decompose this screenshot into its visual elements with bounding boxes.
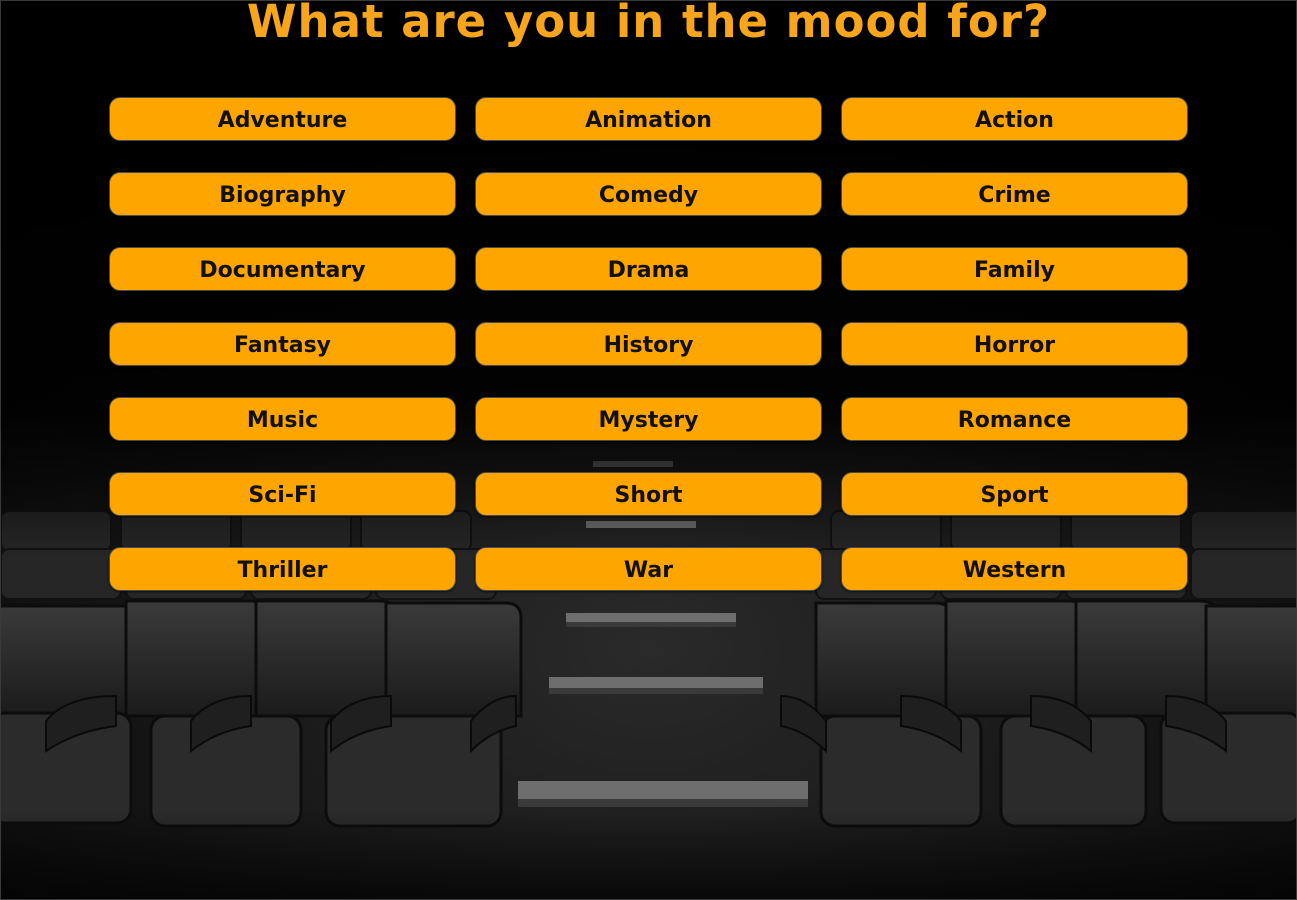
genre-button-sport[interactable]: Sport — [841, 472, 1188, 516]
genre-button-western[interactable]: Western — [841, 547, 1188, 591]
genre-picker-page: What are you in the mood for? Adventure … — [0, 0, 1297, 900]
genre-button-adventure[interactable]: Adventure — [109, 97, 456, 141]
page-title: What are you in the mood for? — [246, 0, 1051, 48]
genre-button-documentary[interactable]: Documentary — [109, 247, 456, 291]
genre-button-biography[interactable]: Biography — [109, 172, 456, 216]
genre-button-romance[interactable]: Romance — [841, 397, 1188, 441]
genre-grid: Adventure Animation Action Biography Com… — [109, 97, 1188, 591]
genre-button-comedy[interactable]: Comedy — [475, 172, 822, 216]
genre-button-thriller[interactable]: Thriller — [109, 547, 456, 591]
genre-button-mystery[interactable]: Mystery — [475, 397, 822, 441]
genre-button-horror[interactable]: Horror — [841, 322, 1188, 366]
genre-button-short[interactable]: Short — [475, 472, 822, 516]
genre-button-history[interactable]: History — [475, 322, 822, 366]
genre-button-music[interactable]: Music — [109, 397, 456, 441]
genre-button-sci-fi[interactable]: Sci-Fi — [109, 472, 456, 516]
genre-button-fantasy[interactable]: Fantasy — [109, 322, 456, 366]
genre-button-war[interactable]: War — [475, 547, 822, 591]
genre-button-crime[interactable]: Crime — [841, 172, 1188, 216]
genre-button-action[interactable]: Action — [841, 97, 1188, 141]
genre-button-animation[interactable]: Animation — [475, 97, 822, 141]
genre-button-family[interactable]: Family — [841, 247, 1188, 291]
genre-button-drama[interactable]: Drama — [475, 247, 822, 291]
